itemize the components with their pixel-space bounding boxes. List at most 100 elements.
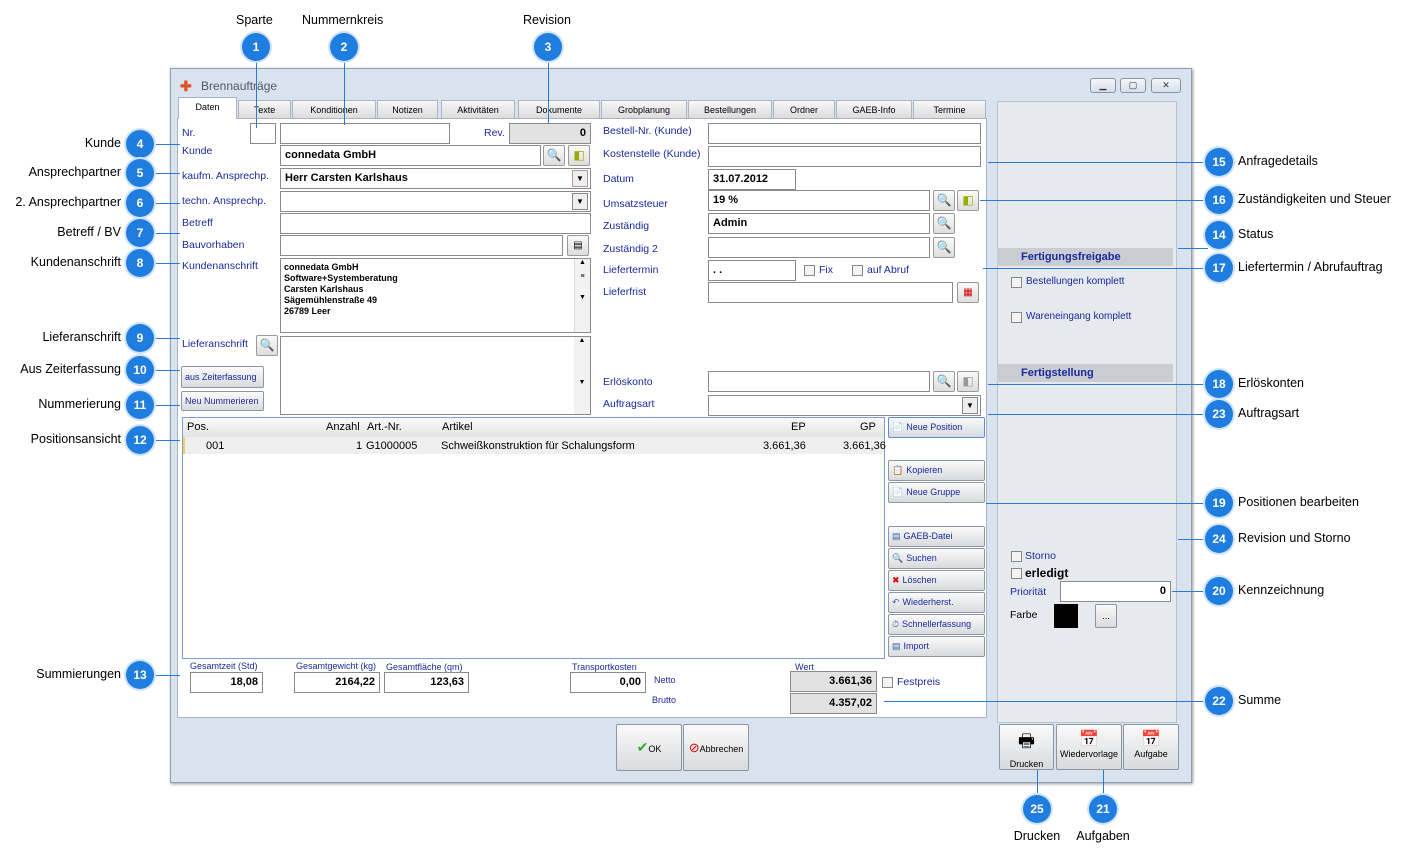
position-button-gaeb-file[interactable]: ▤ GAEB-Datei	[888, 526, 985, 547]
kundenanschrift-textarea[interactable]: connedata GmbH Software+Systemberatung C…	[280, 258, 591, 333]
search-zustaendig2-icon[interactable]: 🔍	[933, 237, 955, 258]
scrollbar[interactable]: ▲ ≡ ▼	[574, 259, 590, 332]
chevron-down-icon[interactable]: ▼	[572, 170, 588, 187]
minimize-button[interactable]: ▁	[1090, 78, 1116, 93]
address-line: connedata GmbH	[284, 262, 359, 272]
search-kunde-icon[interactable]: 🔍	[543, 145, 565, 166]
scrollbar[interactable]: ▲ ▼	[574, 337, 590, 414]
callout-line	[988, 162, 1205, 163]
position-button-label: Wiederherst.	[902, 597, 954, 607]
close-button[interactable]: ✕	[1151, 78, 1181, 93]
position-button-copy[interactable]: 📋 Kopieren	[888, 460, 985, 481]
erloeskonto-field[interactable]	[708, 371, 930, 392]
farbe-swatch[interactable]	[1054, 604, 1078, 628]
techn-ansprechpartner-select[interactable]	[280, 191, 591, 212]
callout-badge-1: 1	[242, 33, 270, 61]
position-button-import[interactable]: ▤ Import	[888, 636, 985, 657]
aus-zeiterfassung-button[interactable]: aus Zeiterfassung	[181, 366, 264, 388]
festpreis-checkbox[interactable]	[882, 677, 893, 688]
col-anzahl[interactable]: Anzahl	[326, 421, 360, 433]
position-button-new-group[interactable]: 📄 Neue Gruppe	[888, 482, 985, 503]
nummernkreis-field[interactable]	[280, 123, 450, 144]
search-lieferanschrift-icon[interactable]: 🔍	[256, 335, 278, 356]
neu-nummerieren-button[interactable]: Neu Nummerieren	[181, 391, 264, 411]
lieferanschrift-textarea[interactable]	[280, 336, 591, 415]
storno-checkbox[interactable]	[1011, 551, 1022, 562]
bestellungen-komplett-checkbox[interactable]	[1011, 277, 1022, 288]
kunde-field[interactable]: connedata GmbH	[280, 145, 541, 166]
tab-8[interactable]: Ordner	[773, 100, 835, 119]
chevron-down-icon[interactable]: ▼	[572, 193, 588, 210]
position-button-stopwatch[interactable]: ⏱ Schnellerfassung	[888, 614, 985, 635]
col-pos[interactable]: Pos.	[187, 421, 209, 433]
search-ust-icon[interactable]: 🔍	[933, 190, 955, 211]
col-ep[interactable]: EP	[791, 421, 806, 433]
col-artnr[interactable]: Art.-Nr.	[367, 421, 402, 433]
tab-6[interactable]: Grobplanung	[601, 100, 687, 119]
col-artikel[interactable]: Artikel	[442, 421, 473, 433]
position-button-new-position[interactable]: 📄 Neue Position	[888, 417, 985, 438]
position-button-search[interactable]: 🔍 Suchen	[888, 548, 985, 569]
tab-4[interactable]: Aktivitäten	[441, 100, 515, 119]
betreff-field[interactable]	[280, 213, 591, 234]
tab-2[interactable]: Konditionen	[292, 100, 376, 119]
flaeche-field: 123,63	[384, 672, 469, 693]
tab-0[interactable]: Daten	[178, 97, 237, 119]
tab-1[interactable]: Texte	[238, 100, 291, 119]
callout-badge-11: 11	[126, 391, 154, 419]
wiedervorlage-button[interactable]: 📅 Wiedervorlage	[1056, 724, 1122, 770]
callout-line	[1172, 591, 1205, 592]
position-button-restore[interactable]: ↶ Wiederherst.	[888, 592, 985, 613]
lieferfrist-field[interactable]	[708, 282, 953, 303]
position-button-label: Import	[903, 641, 930, 651]
search-icon: 🔍	[892, 553, 904, 563]
chevron-down-icon[interactable]: ▼	[962, 397, 978, 414]
wareneingang-komplett-label: Wareneingang komplett	[1026, 311, 1132, 322]
tab-5[interactable]: Dokumente	[518, 100, 600, 119]
cell-anzahl: 1	[356, 440, 363, 452]
farbe-button[interactable]: ...	[1095, 604, 1117, 628]
open-kunde-icon[interactable]: ◧	[568, 145, 590, 166]
prioritaet-field[interactable]: 0	[1060, 581, 1171, 602]
erledigt-checkbox[interactable]	[1011, 568, 1022, 579]
aufgabe-button[interactable]: 📅 Aufgabe	[1123, 724, 1179, 770]
netto-label: Netto	[654, 675, 676, 685]
liefertermin-field[interactable]: . .	[708, 260, 796, 281]
transportkosten-field[interactable]: 0,00	[570, 672, 646, 693]
umsatzsteuer-field[interactable]: 19 %	[708, 190, 930, 211]
search-erloeskonto-icon[interactable]: 🔍	[933, 371, 955, 392]
tab-7[interactable]: Bestellungen	[688, 100, 772, 119]
auftragsart-select[interactable]	[708, 395, 981, 416]
tab-3[interactable]: Notizen	[377, 100, 438, 119]
callout-label: Ansprechpartner	[28, 165, 121, 179]
sparte-field[interactable]	[250, 123, 276, 144]
kaufm-ansprechpartner-select[interactable]: Herr Carsten Karlshaus	[280, 168, 591, 189]
col-gp[interactable]: GP	[860, 421, 876, 433]
open-erloeskonto-icon[interactable]: ◧	[957, 371, 979, 392]
abbrechen-button[interactable]: ⊘Abbrechen	[683, 724, 749, 771]
drucken-button[interactable]: 🖶 Drucken	[999, 724, 1054, 770]
ok-button[interactable]: ✔OK	[616, 724, 682, 771]
address-line: Carsten Karlshaus	[284, 284, 364, 294]
zustaendig-field[interactable]: Admin	[708, 213, 930, 234]
position-button-label: Kopieren	[906, 465, 943, 475]
search-zustaendig-icon[interactable]: 🔍	[933, 213, 955, 234]
zustaendig2-field[interactable]	[708, 237, 930, 258]
tab-9[interactable]: GAEB-Info	[836, 100, 912, 119]
open-ust-icon[interactable]: ◧	[957, 190, 979, 211]
position-button-delete[interactable]: ✖ Löschen	[888, 570, 985, 591]
kostenstelle-field[interactable]	[708, 146, 981, 167]
bestellnr-field[interactable]	[708, 123, 981, 144]
calendar-icon[interactable]: ▦	[957, 282, 979, 303]
callout-label: Auftragsart	[1238, 406, 1300, 420]
callout-line	[1037, 770, 1038, 795]
wareneingang-komplett-checkbox[interactable]	[1011, 312, 1022, 323]
tab-10[interactable]: Termine	[913, 100, 986, 119]
bauvorhaben-field[interactable]	[280, 235, 563, 256]
notepad-icon[interactable]: ▤	[567, 235, 589, 256]
datum-field[interactable]: 31.07.2012	[708, 169, 796, 190]
auf-abruf-label: auf Abruf	[867, 264, 910, 276]
auf-abruf-checkbox[interactable]	[852, 265, 863, 276]
fix-checkbox[interactable]	[804, 265, 815, 276]
maximize-button[interactable]: ▢	[1120, 78, 1146, 93]
